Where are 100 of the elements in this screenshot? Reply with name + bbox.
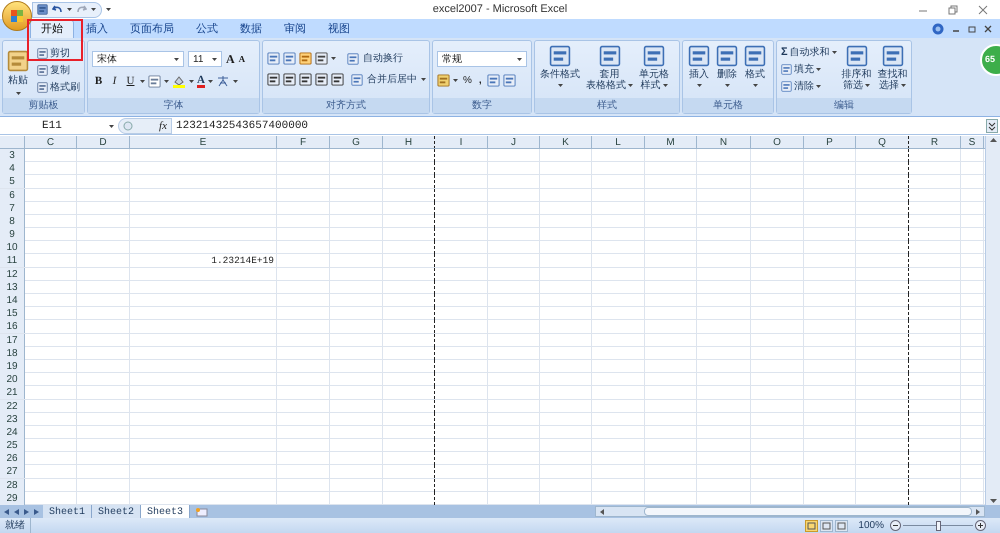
dropdown-caret-icon[interactable] [901,84,906,87]
new-sheet-icon[interactable] [194,506,208,516]
row-header[interactable]: 24 [0,426,25,439]
row-header[interactable]: 18 [0,346,25,360]
ribbon-tab[interactable]: 数据 [230,20,272,38]
percent-button[interactable]: % [461,73,474,88]
row-header[interactable]: 23 [0,412,25,426]
dropdown-caret-icon[interactable] [517,58,522,60]
previous-sheet-icon[interactable] [14,508,19,514]
expand-icon[interactable] [986,119,998,133]
ribbon-tab[interactable]: 开始 [30,20,74,38]
row-header[interactable]: 6 [0,188,25,202]
underline-button[interactable]: U [124,73,137,90]
row-header[interactable]: 19 [0,360,25,373]
wrap-text-button[interactable]: 自动换行 [347,51,403,66]
column-header[interactable]: N [697,136,751,148]
row-header[interactable]: 11 [0,254,25,268]
clipboard-button[interactable]: 剪切 [37,46,80,60]
left-arrow-icon[interactable] [600,508,604,514]
font-color-button[interactable]: A [197,74,205,88]
italic-button[interactable]: I [108,73,121,90]
dropdown-caret-icon[interactable] [208,80,213,83]
row-header[interactable]: 13 [0,280,25,294]
dropdown-caret-icon[interactable] [832,51,837,54]
dropdown-caret-icon[interactable] [164,80,169,83]
style-button[interactable]: 套用 表格格式 [585,45,634,98]
row-header[interactable]: 3 [0,148,25,162]
ribbon-tab[interactable]: 插入 [76,20,118,38]
column-header[interactable]: J [488,136,540,148]
row-header[interactable]: 9 [0,228,25,242]
ribbon-tab[interactable]: 公式 [186,20,228,38]
column-header[interactable]: M [645,136,697,148]
dropdown-caret-icon[interactable] [232,80,238,83]
page-layout-icon[interactable] [820,520,834,532]
cell-button[interactable]: 删除 [715,45,739,98]
phonetic-icon[interactable] [216,74,230,88]
dropdown-caret-icon[interactable] [91,8,96,11]
column-header[interactable]: S [961,136,984,148]
paste-button[interactable]: 粘贴 [7,49,29,98]
style-button[interactable]: 单元格 样式 [638,45,670,98]
dropdown-caret-icon[interactable] [696,84,702,87]
sheet-tab[interactable]: Sheet1 [43,505,92,518]
undo-icon[interactable] [52,4,63,15]
close-icon[interactable] [978,4,988,14]
fill-color-icon[interactable] [172,74,186,88]
dropdown-caret-icon[interactable] [752,84,758,87]
dropdown-caret-icon[interactable] [174,58,179,60]
dropdown-caret-icon[interactable] [662,84,668,87]
row-header[interactable]: 4 [0,162,25,176]
sheet-tab[interactable]: Sheet2 [92,505,142,518]
circle-handle-icon[interactable] [123,121,133,131]
row-header[interactable]: 12 [0,268,25,281]
editing-big-button[interactable]: 查找和 选择 [876,45,909,98]
slider-thumb[interactable] [936,520,941,530]
customize-caret-icon[interactable] [106,8,111,11]
style-button[interactable]: 条件格式 [539,45,581,98]
bold-button[interactable]: B [92,73,105,90]
editing-button[interactable]: Σ 自动求和 [781,45,837,60]
normal-view-icon[interactable] [805,520,818,532]
column-header[interactable]: R [909,136,961,148]
down-arrow-icon[interactable] [990,499,996,503]
ribbon-tab[interactable]: 页面布局 [120,20,184,38]
merge-center-button[interactable]: 合并后居中 [351,72,426,87]
dropdown-caret-icon[interactable] [189,80,194,83]
cell-button[interactable]: 插入 [687,45,711,98]
zoom-slider[interactable] [903,520,973,530]
cell-button[interactable]: 格式 [743,45,767,98]
dropdown-caret-icon[interactable] [724,84,730,87]
zoom-out-icon[interactable] [890,520,901,531]
column-header[interactable]: K [540,136,592,148]
column-header[interactable]: G [330,136,383,148]
dropdown-caret-icon[interactable] [865,84,870,87]
ribbon-tab[interactable]: 视图 [318,20,360,38]
clipboard-button[interactable]: 格式刷 [37,80,80,94]
right-arrow-icon[interactable] [976,508,980,514]
column-header[interactable]: I [435,136,488,148]
row-header[interactable]: 10 [0,241,25,254]
column-header[interactable]: H [383,136,435,148]
ribbon-tab[interactable]: 审阅 [274,20,316,38]
dropdown-caret-icon[interactable] [421,78,426,81]
restore-icon[interactable] [948,4,958,14]
restore-icon[interactable] [968,24,976,32]
clipboard-button[interactable]: 复制 [37,63,80,77]
row-header[interactable]: 26 [0,452,25,466]
dropdown-caret-icon[interactable] [331,57,336,60]
column-header[interactable]: L [592,136,645,148]
editing-button[interactable]: 填充 [781,62,837,77]
column-header[interactable]: E [130,136,277,148]
column-header[interactable]: F [277,136,330,148]
horizontal-scrollbar[interactable] [595,506,985,517]
editing-button[interactable]: 清除 [781,79,837,94]
first-sheet-icon[interactable] [4,508,9,514]
row-header[interactable]: 28 [0,478,25,492]
sheet-tab[interactable]: Sheet3 [141,505,190,518]
close-icon[interactable] [984,24,992,32]
row-header[interactable]: 29 [0,492,25,505]
column-header[interactable]: P [804,136,856,148]
scroll-thumb[interactable] [644,507,972,516]
name-box[interactable]: E11 [0,118,118,134]
row-header[interactable]: 20 [0,373,25,386]
